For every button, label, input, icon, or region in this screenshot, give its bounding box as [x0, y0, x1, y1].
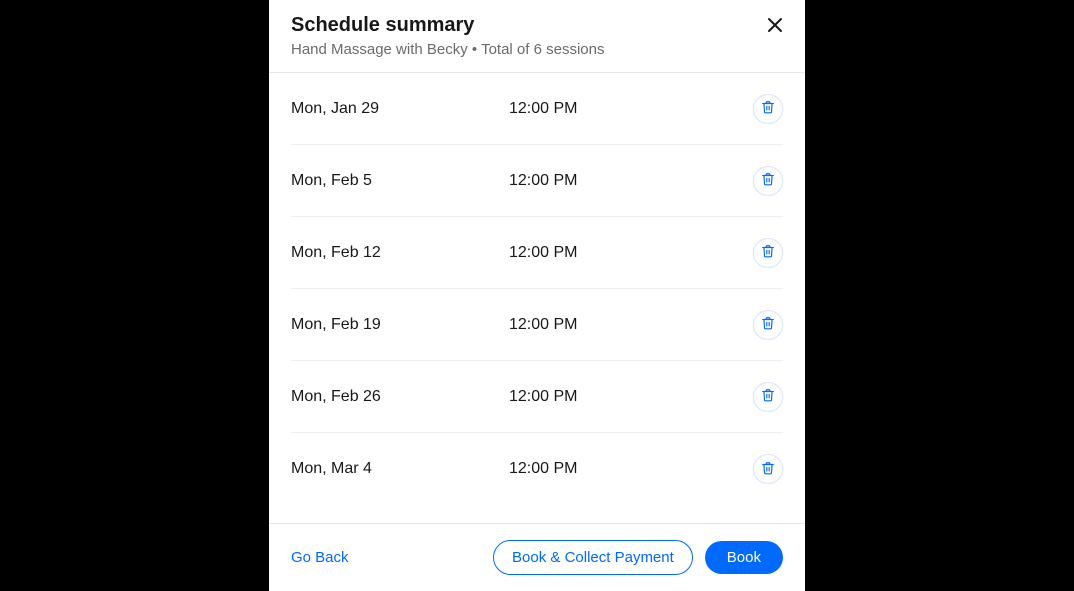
- session-row: Mon, Feb 2612:00 PM: [291, 361, 783, 433]
- delete-session-button[interactable]: [753, 94, 783, 124]
- session-date: Mon, Feb 19: [291, 316, 509, 334]
- trash-icon: [761, 244, 775, 261]
- close-button[interactable]: [763, 14, 787, 38]
- session-time: 12:00 PM: [509, 244, 753, 262]
- session-time: 12:00 PM: [509, 316, 753, 334]
- session-date: Mon, Mar 4: [291, 460, 509, 478]
- modal-title: Schedule summary: [291, 14, 783, 37]
- modal-subtitle: Hand Massage with Becky • Total of 6 ses…: [291, 41, 783, 58]
- session-time: 12:00 PM: [509, 388, 753, 406]
- schedule-summary-modal: Schedule summary Hand Massage with Becky…: [269, 0, 805, 591]
- session-list: Mon, Jan 2912:00 PMMon, Feb 512:00 PMMon…: [269, 73, 805, 523]
- trash-icon: [761, 172, 775, 189]
- trash-icon: [761, 316, 775, 333]
- delete-session-button[interactable]: [753, 166, 783, 196]
- close-icon: [767, 17, 783, 36]
- delete-session-button[interactable]: [753, 454, 783, 484]
- session-row: Mon, Feb 1212:00 PM: [291, 217, 783, 289]
- trash-icon: [761, 461, 775, 478]
- session-time: 12:00 PM: [509, 460, 753, 478]
- session-date: Mon, Jan 29: [291, 100, 509, 118]
- session-time: 12:00 PM: [509, 172, 753, 190]
- modal-footer: Go Back Book & Collect Payment Book: [269, 523, 805, 591]
- trash-icon: [761, 100, 775, 117]
- session-row: Mon, Feb 1912:00 PM: [291, 289, 783, 361]
- session-time: 12:00 PM: [509, 100, 753, 118]
- session-row: Mon, Mar 412:00 PM: [291, 433, 783, 505]
- session-date: Mon, Feb 12: [291, 244, 509, 262]
- modal-header: Schedule summary Hand Massage with Becky…: [269, 0, 805, 73]
- session-date: Mon, Feb 26: [291, 388, 509, 406]
- delete-session-button[interactable]: [753, 238, 783, 268]
- book-button[interactable]: Book: [705, 541, 783, 574]
- session-row: Mon, Feb 512:00 PM: [291, 145, 783, 217]
- book-collect-payment-button[interactable]: Book & Collect Payment: [493, 540, 693, 575]
- delete-session-button[interactable]: [753, 310, 783, 340]
- session-date: Mon, Feb 5: [291, 172, 509, 190]
- go-back-button[interactable]: Go Back: [291, 549, 349, 566]
- delete-session-button[interactable]: [753, 382, 783, 412]
- session-row: Mon, Jan 2912:00 PM: [291, 73, 783, 145]
- trash-icon: [761, 388, 775, 405]
